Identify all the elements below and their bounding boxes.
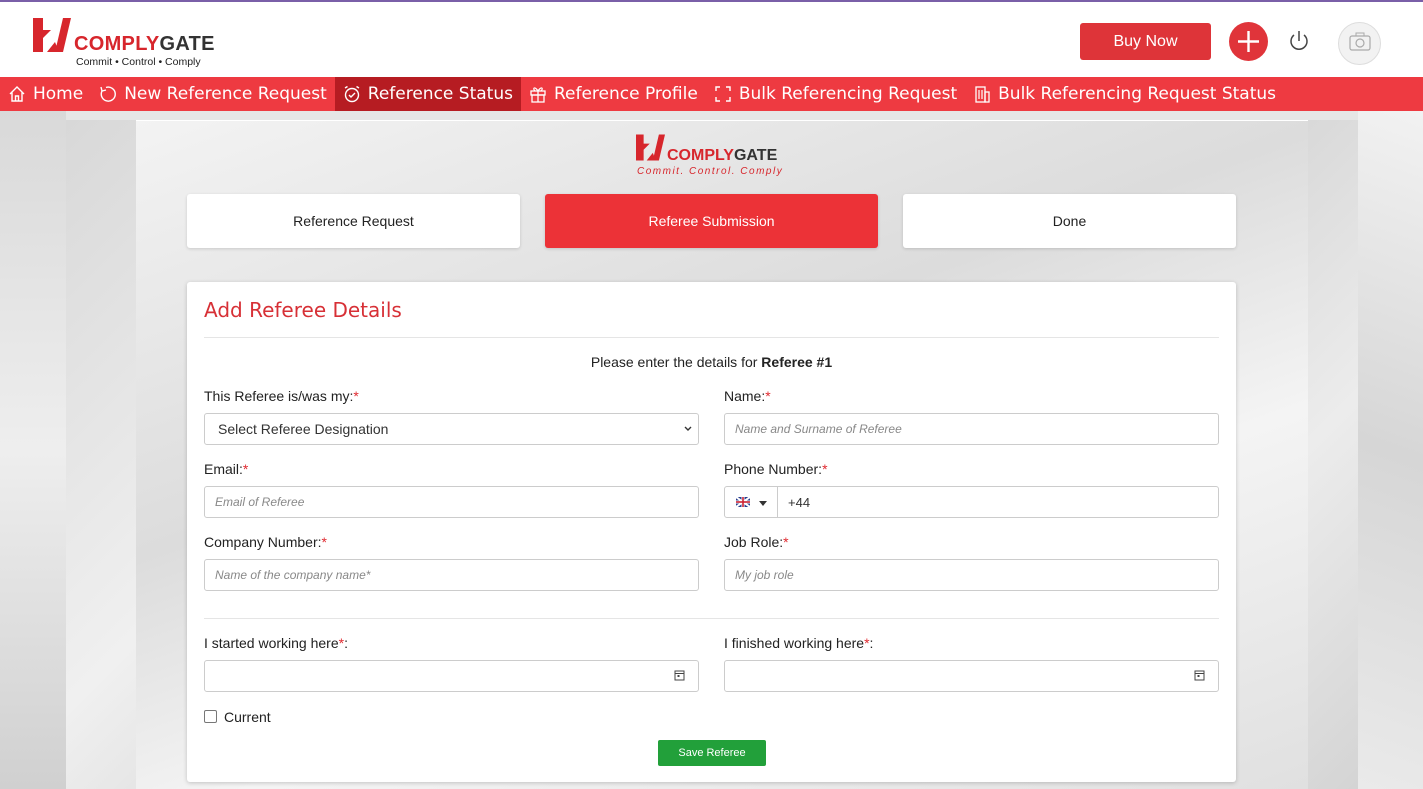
start-date-label: I started working here*: [204,635,348,651]
divider [204,337,1219,338]
main-nav: Home New Reference Request Reference Sta… [0,77,1423,111]
job-role-input[interactable] [724,559,1219,591]
uk-flag-icon [736,497,750,507]
plus-icon [1238,31,1259,52]
logo-wordmark: COMPLYGATE [74,33,215,55]
camera-icon [1349,32,1371,51]
logo-mark-icon [33,18,71,52]
chevron-down-icon [684,426,692,431]
phone-value[interactable]: +44 [788,495,810,510]
calendar-icon[interactable] [1194,669,1205,681]
logo-wordmark: COMPLYGATE [667,147,778,164]
step-done[interactable]: Done [903,194,1236,248]
add-button[interactable] [1229,22,1268,61]
logo-tagline: Commit. Control. Comply [637,166,784,177]
nav-item-label: Bulk Referencing Request Status [998,84,1277,104]
building-icon [975,86,990,103]
nav-item-label: New Reference Request [124,84,327,104]
phone-label: Phone Number:* [724,461,828,477]
name-input[interactable] [724,413,1219,445]
country-code-dropdown[interactable] [725,487,778,517]
step-reference-request[interactable]: Reference Request [187,194,520,248]
email-input[interactable] [204,486,699,518]
end-date-label: I finished working here*: [724,635,874,651]
top-header: COMPLYGATE Commit • Control • Comply Buy… [0,0,1423,77]
gift-icon [530,87,546,103]
nav-item-new-reference-request[interactable]: New Reference Request [91,77,335,111]
logo-tagline: Commit • Control • Comply [76,56,201,68]
logo-mark-icon [636,134,665,161]
nav-item-home[interactable]: Home [0,77,91,111]
referee-number: Referee #1 [761,354,833,370]
calendar-icon[interactable] [674,669,685,681]
company-number-label: Company Number:* [204,534,327,550]
form-title: Add Referee Details [204,298,402,322]
nav-item-reference-status[interactable]: Reference Status [334,77,521,111]
step-referee-submission[interactable]: Referee Submission [545,194,878,248]
start-date-input[interactable] [204,660,699,692]
background-shard-right [1358,111,1423,789]
expand-icon [715,86,731,102]
buy-now-button[interactable]: Buy Now [1080,23,1211,60]
referee-form-card: Add Referee Details Please enter the det… [187,282,1236,782]
referee-designation-select[interactable]: Select Referee Designation [204,413,699,445]
form-intro: Please enter the details for Referee #1 [590,354,833,370]
nav-item-label: Bulk Referencing Request [738,84,958,104]
nav-item-label: Home [33,84,84,104]
designation-label: This Referee is/was my:* [204,388,359,404]
email-label: Email:* [204,461,249,477]
refresh-icon [100,86,117,102]
background-shard-left [0,111,66,789]
center-logo: COMPLYGATE Commit. Control. Comply [636,134,796,180]
profile-avatar[interactable] [1338,22,1381,65]
current-label: Current [224,709,271,725]
nav-item-label: Reference Status [367,84,513,104]
end-date-input[interactable] [724,660,1219,692]
nav-item-reference-profile[interactable]: Reference Profile [521,77,706,111]
nav-item-bulk-referencing-request[interactable]: Bulk Referencing Request [706,77,965,111]
caret-down-icon [759,501,767,506]
nav-item-bulk-referencing-request-status[interactable]: Bulk Referencing Request Status [965,77,1284,111]
company-number-input[interactable] [204,559,699,591]
divider [204,618,1219,619]
phone-input[interactable]: +44 [724,486,1219,518]
current-checkbox[interactable] [204,710,217,723]
power-icon [1290,31,1308,50]
name-label: Name:* [724,388,771,404]
alarm-check-icon [344,85,360,103]
job-role-label: Job Role:* [724,534,789,550]
nav-item-label: Reference Profile [553,84,698,104]
save-referee-button[interactable]: Save Referee [658,740,766,766]
complygate-logo[interactable]: COMPLYGATE Commit • Control • Comply [33,16,233,72]
logout-button[interactable] [1286,28,1312,54]
home-icon [9,86,25,102]
